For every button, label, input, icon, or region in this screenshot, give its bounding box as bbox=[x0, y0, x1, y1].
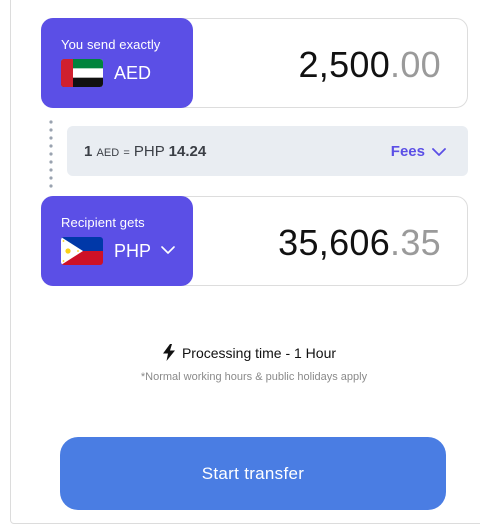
send-amount-input[interactable]: 2,500.00 bbox=[298, 44, 441, 86]
fees-toggle[interactable]: Fees bbox=[391, 143, 446, 160]
rate-equals: = bbox=[123, 147, 130, 159]
send-amount-integer: 2,500 bbox=[298, 44, 391, 85]
receive-amount-decimal: .35 bbox=[390, 222, 441, 263]
processing-note: *Normal working hours & public holidays … bbox=[140, 371, 368, 383]
rate-quote-currency: PHP bbox=[133, 143, 165, 160]
receive-caption: Recipient gets bbox=[61, 215, 145, 230]
uae-flag-icon bbox=[61, 59, 103, 87]
send-amount-decimal: .00 bbox=[390, 44, 441, 85]
rate-base-amount: 1 bbox=[84, 143, 93, 160]
exchange-rate-text: 1 AED = PHP 14.24 bbox=[84, 143, 206, 160]
chevron-down-icon[interactable] bbox=[161, 243, 175, 257]
receive-amount-card[interactable]: Recipient gets PHP 35,606.35 bbox=[41, 196, 468, 286]
processing-time: Processing time - 1 Hour bbox=[0, 344, 480, 361]
receive-currency-code: PHP bbox=[114, 241, 152, 261]
start-transfer-label: Start transfer bbox=[201, 463, 305, 483]
philippines-flag-icon bbox=[61, 237, 103, 265]
receive-amount-value: 35,606.35 bbox=[278, 222, 441, 264]
rate-quote-value: 14.24 bbox=[168, 143, 207, 160]
rate-base-currency: AED bbox=[96, 147, 120, 159]
send-amount-card[interactable]: You send exactly AED 2,500.00 bbox=[41, 18, 468, 108]
connector-dots bbox=[49, 120, 53, 188]
fees-label: Fees bbox=[390, 143, 425, 160]
send-caption: You send exactly bbox=[61, 37, 161, 52]
lightning-icon bbox=[162, 344, 175, 361]
send-currency-code: AED bbox=[114, 63, 152, 83]
receive-currency-selector[interactable]: Recipient gets PHP bbox=[41, 196, 193, 286]
processing-time-label: Processing time - 1 Hour bbox=[181, 345, 337, 361]
chevron-down-icon bbox=[432, 147, 446, 156]
receive-amount-integer: 35,606 bbox=[278, 222, 391, 263]
exchange-rate-bar: 1 AED = PHP 14.24 Fees bbox=[67, 126, 468, 176]
start-transfer-button[interactable]: Start transfer bbox=[60, 437, 446, 510]
send-currency-selector[interactable]: You send exactly AED bbox=[41, 18, 193, 108]
